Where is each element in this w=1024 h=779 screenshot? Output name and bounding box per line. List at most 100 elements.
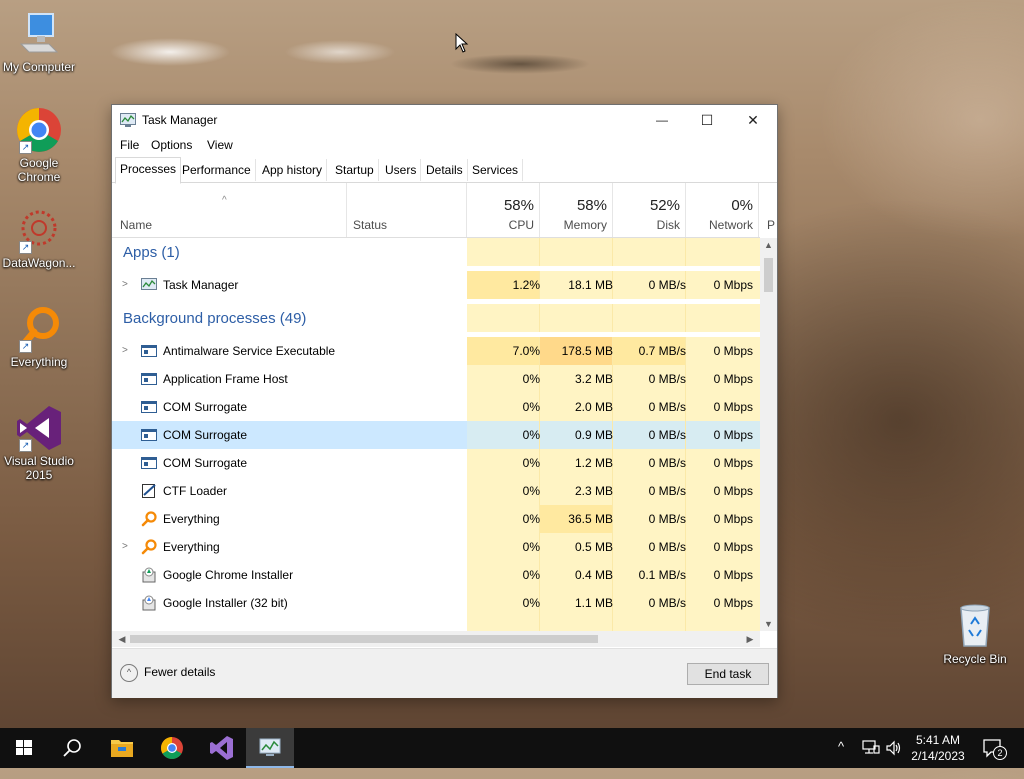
table-row[interactable]: Application Frame Host 0% 3.2 MB 0 MB/s …: [112, 365, 760, 393]
start-button[interactable]: [0, 728, 48, 768]
end-task-button[interactable]: End task: [687, 663, 769, 685]
vertical-scrollbar[interactable]: ▲ ▼: [760, 238, 777, 631]
expand-chevron-icon[interactable]: >: [122, 533, 128, 561]
scroll-up-arrow-icon[interactable]: ▲: [760, 240, 777, 250]
process-cpu: 0%: [522, 596, 540, 610]
search-icon: [63, 739, 81, 757]
process-disk: 0 MB/s: [648, 456, 686, 470]
clock-date: 2/14/2023: [911, 749, 965, 763]
datawagon-icon: ↗: [15, 206, 63, 254]
tray-overflow-chevron-icon[interactable]: ^: [838, 739, 844, 779]
table-row[interactable]: > Task Manager 1.2% 18.1 MB 0 MB/s 0 Mbp…: [112, 271, 760, 299]
taskbar-visual-studio[interactable]: [197, 728, 245, 768]
title-bar[interactable]: Task Manager — ☐ ✕: [112, 105, 777, 135]
column-status[interactable]: Status: [346, 183, 467, 237]
tab-app-history[interactable]: App history: [258, 159, 328, 181]
folder-icon: [111, 740, 133, 757]
process-cpu: 7.0%: [512, 344, 540, 358]
process-name: Google Installer (32 bit): [163, 596, 288, 610]
process-name: COM Surrogate: [163, 456, 248, 470]
horizontal-scrollbar[interactable]: ◀ ▶: [112, 631, 760, 647]
table-row[interactable]: CTF Loader 0% 2.3 MB 0 MB/s 0 Mbps: [112, 477, 760, 505]
taskbar-chrome[interactable]: [148, 728, 196, 768]
task-manager-icon: [120, 113, 136, 127]
scroll-down-arrow-icon[interactable]: ▼: [760, 619, 777, 629]
process-name: Application Frame Host: [163, 372, 288, 386]
horizontal-scroll-thumb[interactable]: [130, 635, 598, 643]
network-label: Network: [708, 218, 753, 232]
taskbar-task-manager[interactable]: [246, 728, 294, 768]
taskbar-file-explorer[interactable]: [98, 728, 146, 768]
process-network: 0 Mbps: [713, 372, 753, 386]
column-power[interactable]: P: [758, 183, 775, 237]
table-row-selected[interactable]: COM Surrogate 0% 0.9 MB 0 MB/s 0 Mbps: [112, 421, 760, 449]
menu-options[interactable]: Options: [151, 138, 192, 152]
process-cpu: 0%: [522, 512, 540, 526]
process-cpu: 0%: [522, 540, 540, 554]
table-row[interactable]: Google Installer (32 bit) 0% 1.1 MB 0 MB…: [112, 589, 760, 617]
table-row[interactable]: Everything 0% 36.5 MB 0 MB/s 0 Mbps: [112, 505, 760, 533]
tab-processes[interactable]: Processes: [115, 157, 182, 184]
network-icon[interactable]: [862, 740, 880, 756]
process-disk: 0 MB/s: [648, 372, 686, 386]
column-cpu[interactable]: 58% CPU: [466, 183, 540, 237]
process-network: 0 Mbps: [713, 456, 753, 470]
process-name: Antimalware Service Executable: [163, 344, 336, 358]
expand-chevron-icon[interactable]: >: [122, 337, 128, 365]
tab-users[interactable]: Users: [381, 159, 422, 181]
scroll-right-arrow-icon[interactable]: ▶: [742, 631, 758, 647]
process-name: Task Manager: [163, 278, 239, 292]
desktop-icon-recycle-bin[interactable]: Recycle Bin: [937, 602, 1013, 666]
tab-details[interactable]: Details: [422, 159, 468, 181]
column-name-label: Name: [120, 218, 153, 232]
scroll-left-arrow-icon[interactable]: ◀: [114, 631, 130, 647]
search-button[interactable]: [48, 728, 96, 768]
column-disk[interactable]: 52% Disk: [612, 183, 686, 237]
table-row[interactable]: > Antimalware Service Executable 7.0% 17…: [112, 337, 760, 365]
desktop-icon-everything[interactable]: ↗ Everything: [1, 305, 77, 369]
process-memory: 0.9 MB: [574, 428, 613, 442]
desktop-icon-google-chrome[interactable]: ↗ Google Chrome: [1, 106, 77, 184]
process-name: COM Surrogate: [163, 400, 248, 414]
notification-count-badge: 2: [993, 746, 1007, 760]
process-disk: 0.7 MB/s: [638, 344, 686, 358]
column-memory[interactable]: 58% Memory: [539, 183, 613, 237]
tab-performance[interactable]: Performance: [178, 159, 256, 181]
process-cpu: 0%: [522, 372, 540, 386]
table-row[interactable]: > Everything 0% 0.5 MB 0 MB/s 0 Mbps: [112, 533, 760, 561]
process-memory: 1.1 MB: [574, 596, 613, 610]
desktop-icon-visual-studio[interactable]: ↗ Visual Studio 2015: [1, 404, 77, 482]
menu-view[interactable]: View: [207, 138, 233, 152]
vertical-scroll-thumb[interactable]: [764, 258, 773, 292]
process-network: 0 Mbps: [713, 596, 753, 610]
everything-icon: ↗: [15, 305, 63, 353]
desktop-icon-my-computer[interactable]: My Computer: [1, 10, 77, 74]
menu-file[interactable]: File: [120, 138, 139, 152]
close-button[interactable]: ✕: [730, 105, 776, 135]
fewer-details-button[interactable]: ^ Fewer details: [120, 664, 215, 682]
tab-startup[interactable]: Startup: [331, 159, 379, 181]
minimize-button[interactable]: —: [639, 105, 685, 135]
column-name[interactable]: Name: [112, 183, 346, 237]
shortcut-arrow-icon: ↗: [19, 241, 32, 254]
cpu-label: CPU: [508, 218, 534, 232]
table-row[interactable]: COM Surrogate 0% 1.2 MB 0 MB/s 0 Mbps: [112, 449, 760, 477]
maximize-button[interactable]: ☐: [684, 105, 730, 135]
table-row[interactable]: Google Chrome Installer 0% 0.4 MB 0.1 MB…: [112, 561, 760, 589]
notification-center-button[interactable]: 2: [982, 738, 1007, 760]
recycle-bin-icon: [951, 602, 999, 650]
tab-services[interactable]: Services: [468, 159, 524, 181]
volume-icon[interactable]: [885, 740, 903, 756]
visual-studio-icon: ↗: [15, 404, 63, 452]
window-app-icon: [141, 401, 157, 413]
window-app-icon: [141, 457, 157, 469]
column-network[interactable]: 0% Network: [685, 183, 759, 237]
table-row[interactable]: COM Surrogate 0% 2.0 MB 0 MB/s 0 Mbps: [112, 393, 760, 421]
cpu-total: 58%: [503, 197, 534, 214]
everything-icon: [141, 511, 157, 527]
everything-icon: [141, 539, 157, 555]
system-clock[interactable]: 5:41 AM 2/14/2023: [906, 732, 970, 764]
desktop-icon-label: Google Chrome: [17, 156, 61, 184]
desktop-icon-datawagon[interactable]: ↗ DataWagon...: [1, 206, 77, 270]
expand-chevron-icon[interactable]: >: [122, 271, 128, 299]
